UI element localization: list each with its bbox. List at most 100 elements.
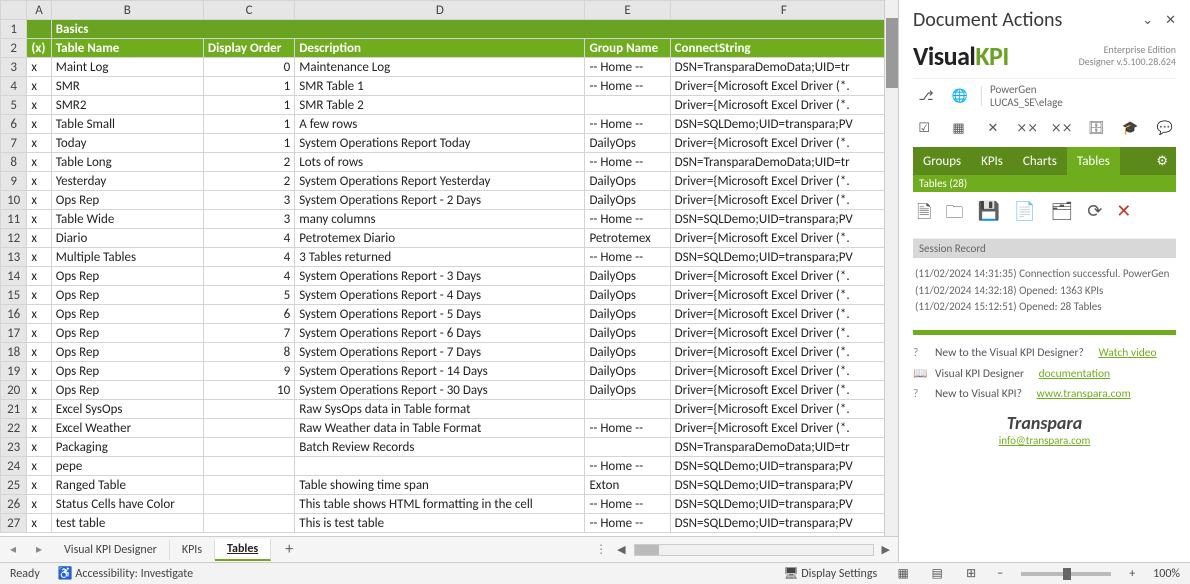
cell-table-name[interactable]: SMR xyxy=(51,77,203,96)
cell-description[interactable]: System Operations Report - 7 Days xyxy=(295,343,585,362)
cell-table-name[interactable]: Status Cells have Color xyxy=(51,495,203,514)
cell-x[interactable]: x xyxy=(27,457,51,476)
cell-group-name[interactable]: DailyOps xyxy=(585,286,670,305)
sitemap-icon[interactable]: ⎇ xyxy=(913,85,939,107)
table-row[interactable]: 19xOps Rep9System Operations Report - 14… xyxy=(1,362,898,381)
cell-table-name[interactable]: Excel Weather xyxy=(51,419,203,438)
cell-x[interactable]: x xyxy=(27,305,51,324)
cell-group-name[interactable]: DailyOps xyxy=(585,362,670,381)
zoom-in-button[interactable]: + xyxy=(1129,567,1135,581)
cell-table-name[interactable]: Ops Rep xyxy=(51,286,203,305)
col-hdr-f[interactable]: F xyxy=(670,1,897,20)
cell-x[interactable]: x xyxy=(27,362,51,381)
row-hdr[interactable]: 8 xyxy=(1,153,27,172)
tab-tables[interactable]: Tables xyxy=(1067,147,1120,175)
horizontal-scrollbar[interactable] xyxy=(634,544,874,556)
hscroll-left-icon[interactable]: ◀ xyxy=(617,543,625,556)
sheet-nav-prev-icon[interactable]: ◂ xyxy=(0,542,26,557)
cell-table-name[interactable]: Diario xyxy=(51,229,203,248)
cell-display-order[interactable]: 4 xyxy=(203,248,294,267)
cell-description[interactable]: Petrotemex Diario xyxy=(295,229,585,248)
cell-description[interactable]: This is test table xyxy=(295,514,585,533)
cell-table-name[interactable]: Ops Rep xyxy=(51,343,203,362)
cell-x[interactable]: x xyxy=(27,229,51,248)
table-row[interactable]: 5xSMR21SMR Table 2Driver={Microsoft Exce… xyxy=(1,96,898,115)
tab-kpis[interactable]: KPIs xyxy=(971,147,1013,175)
cell-table-name[interactable]: Ops Rep xyxy=(51,381,203,400)
cell-description[interactable]: SMR Table 1 xyxy=(295,77,585,96)
row-hdr[interactable]: 15 xyxy=(1,286,27,305)
row-hdr[interactable]: 10 xyxy=(1,191,27,210)
table-row[interactable]: 21xExcel SysOpsRaw SysOps data in Table … xyxy=(1,400,898,419)
row-hdr[interactable]: 20 xyxy=(1,381,27,400)
cell-table-name[interactable]: Ops Rep xyxy=(51,267,203,286)
cell-table-name[interactable]: test table xyxy=(51,514,203,533)
table-row[interactable]: 23xPackagingBatch Review RecordsDSN=Tran… xyxy=(1,438,898,457)
table-row[interactable]: 17xOps Rep7System Operations Report - 6 … xyxy=(1,324,898,343)
row-hdr[interactable]: 25 xyxy=(1,476,27,495)
table-row[interactable]: 26xStatus Cells have ColorThis table sho… xyxy=(1,495,898,514)
vertical-scrollbar[interactable] xyxy=(884,0,898,536)
cell-x[interactable]: x xyxy=(27,514,51,533)
cell-connect-string[interactable]: DSN=TransparaDemoData;UID=tr xyxy=(670,153,897,172)
cell-x[interactable]: x xyxy=(27,324,51,343)
save-icon[interactable]: 💾 xyxy=(977,200,999,230)
table-row[interactable]: 20xOps Rep10System Operations Report - 3… xyxy=(1,381,898,400)
zoom-out-button[interactable]: − xyxy=(997,567,1003,581)
table-row[interactable]: 16xOps Rep6System Operations Report - 5 … xyxy=(1,305,898,324)
cell-description[interactable]: System Operations Report Yesterday xyxy=(295,172,585,191)
cell-display-order[interactable]: 2 xyxy=(203,153,294,172)
cell-x[interactable]: x xyxy=(27,438,51,457)
row-hdr[interactable]: 5 xyxy=(1,96,27,115)
cell-group-name[interactable]: DailyOps xyxy=(585,305,670,324)
cell-x[interactable]: x xyxy=(27,286,51,305)
cell-table-name[interactable]: pepe xyxy=(51,457,203,476)
row-hdr[interactable]: 2 xyxy=(1,39,27,58)
cell-x[interactable]: x xyxy=(27,476,51,495)
row-hdr[interactable]: 11 xyxy=(1,210,27,229)
cell-group-name[interactable]: -- Home -- xyxy=(585,495,670,514)
col-hdr-b[interactable]: B xyxy=(51,1,203,20)
cell-connect-string[interactable]: Driver={Microsoft Excel Driver (*. xyxy=(670,400,897,419)
row-hdr[interactable]: 27 xyxy=(1,514,27,533)
zoom-level[interactable]: 100% xyxy=(1153,567,1180,581)
multi-x-icon[interactable]: ⨯⨯ xyxy=(1016,117,1038,139)
row-hdr[interactable]: 3 xyxy=(1,58,27,77)
cell-x[interactable]: x xyxy=(27,134,51,153)
table-row[interactable]: 4xSMR1SMR Table 1-- Home --Driver={Micro… xyxy=(1,77,898,96)
cell-display-order[interactable] xyxy=(203,419,294,438)
cell-connect-string[interactable]: Driver={Microsoft Excel Driver (*. xyxy=(670,267,897,286)
cell-x[interactable]: x xyxy=(27,495,51,514)
cell-table-name[interactable]: Multiple Tables xyxy=(51,248,203,267)
cell-group-name[interactable]: -- Home -- xyxy=(585,514,670,533)
table-row[interactable]: 8xTable Long2Lots of rows-- Home --DSN=T… xyxy=(1,153,898,172)
cell-connect-string[interactable]: DSN=SQLDemo;UID=transpara;PV xyxy=(670,514,897,533)
row-hdr[interactable]: 16 xyxy=(1,305,27,324)
accessibility-status[interactable]: ♿ Accessibility: Investigate xyxy=(58,566,193,581)
tab-menu-icon[interactable]: ⋮ xyxy=(595,542,617,557)
cell-connect-string[interactable]: Driver={Microsoft Excel Driver (*. xyxy=(670,229,897,248)
cell-display-order[interactable]: 4 xyxy=(203,229,294,248)
table-row[interactable]: 27xtest table This is test table-- Home -… xyxy=(1,514,898,533)
checklist-icon[interactable]: ☑ xyxy=(913,117,935,139)
cell-x[interactable]: x xyxy=(27,191,51,210)
row-hdr[interactable]: 12 xyxy=(1,229,27,248)
table-row[interactable]: 2 (x) Table Name Display Order Descripti… xyxy=(1,39,898,58)
table-row[interactable]: 9xYesterday2System Operations Report Yes… xyxy=(1,172,898,191)
delete-icon[interactable]: ✕ xyxy=(1116,200,1131,230)
sheet-nav-next-icon[interactable]: ▸ xyxy=(26,542,52,557)
row-hdr[interactable]: 26 xyxy=(1,495,27,514)
cell-table-name[interactable]: Packaging xyxy=(51,438,203,457)
transpara-link[interactable]: www.transpara.com xyxy=(1037,387,1131,401)
row-hdr[interactable]: 4 xyxy=(1,77,27,96)
cell-x[interactable]: x xyxy=(27,172,51,191)
multi-x2-icon[interactable]: ⨯⨯ xyxy=(1051,117,1073,139)
cell-display-order[interactable] xyxy=(203,400,294,419)
table-row[interactable]: 14xOps Rep4System Operations Report - 3 … xyxy=(1,267,898,286)
cell-description[interactable]: System Operations Report - 3 Days xyxy=(295,267,585,286)
row-hdr[interactable]: 24 xyxy=(1,457,27,476)
view-normal-icon[interactable]: ▦ xyxy=(895,566,911,581)
cell-x[interactable]: x xyxy=(27,248,51,267)
watch-video-link[interactable]: Watch video xyxy=(1098,346,1156,360)
col-hdr-c[interactable]: C xyxy=(203,1,294,20)
